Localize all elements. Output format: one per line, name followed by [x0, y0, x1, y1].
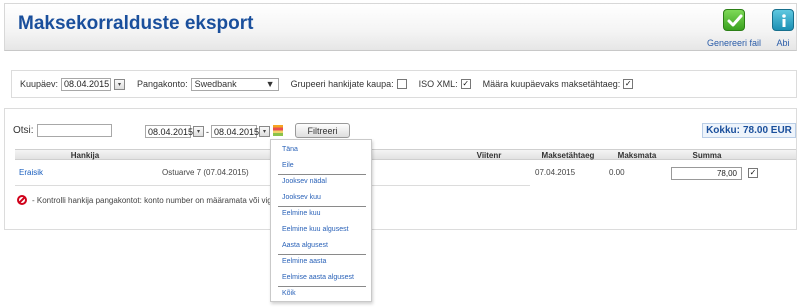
info-icon	[772, 9, 794, 31]
col-viitenr[interactable]: Viitenr	[449, 150, 529, 161]
generate-file-label: Genereeri fail	[706, 38, 762, 48]
warning-message: - Kontrolli hankija pangakontot: konto n…	[17, 195, 272, 205]
menu-separator	[278, 206, 366, 207]
group-by-supplier-label: Grupeeri hankijate kaupa:	[290, 79, 394, 89]
menu-item-yesterday[interactable]: Eile	[282, 161, 294, 171]
invoice-description: Ostuarve 7 (07.04.2015)	[162, 168, 249, 177]
chevron-down-icon: ▼	[265, 79, 275, 89]
menu-item-current-week[interactable]: Jooksev nädal	[282, 177, 327, 187]
date-input[interactable]: 08.04.2015	[61, 77, 112, 91]
search-row: Otsi:	[13, 124, 112, 137]
iso-xml-checkbox[interactable]: ✓	[460, 79, 471, 89]
menu-separator	[278, 254, 366, 255]
menu-item-all[interactable]: Kõik	[282, 289, 296, 299]
amount-input[interactable]: 78,00	[671, 167, 742, 180]
search-input[interactable]	[36, 124, 112, 137]
menu-separator	[278, 286, 366, 287]
menu-item-last-month[interactable]: Eelmine kuu	[282, 209, 321, 219]
col-maksmata[interactable]: Maksmata	[607, 150, 667, 161]
menu-item-last-year[interactable]: Eelmine aasta	[282, 257, 326, 267]
calendar-icon[interactable]: ▾	[193, 126, 204, 137]
col-summa[interactable]: Summa	[667, 150, 747, 161]
supplier-link[interactable]: Eraisik	[19, 163, 43, 183]
period-picker-icon[interactable]	[273, 125, 283, 136]
calendar-icon[interactable]: ▾	[114, 78, 126, 90]
calendar-icon[interactable]: ▾	[259, 126, 270, 137]
due-date-checkbox[interactable]: ✓	[623, 79, 634, 89]
table-row: Eraisik Ostuarve 7 (07.04.2015) 07.04.20…	[15, 163, 796, 183]
menu-item-today[interactable]: Täna	[282, 145, 298, 155]
generate-file-button[interactable]: Genereeri fail	[705, 9, 763, 48]
date-range-separator: -	[206, 126, 209, 137]
menu-separator	[278, 174, 366, 175]
date-range: 08.04.2015 ▾ - 08.04.2015 ▾	[145, 125, 270, 138]
due-date-label: Määra kuupäevaks maksetähtaeg:	[482, 79, 621, 89]
total-value: 78.00 EUR	[742, 125, 792, 136]
check-icon	[723, 9, 745, 31]
account-select[interactable]: Swedbank ▼	[190, 77, 279, 91]
account-label: Pangakonto:	[137, 79, 188, 89]
menu-item-current-month[interactable]: Jooksev kuu	[282, 193, 321, 203]
date-period-menu: Täna Eile Jooksev nädal Jooksev kuu Eelm…	[270, 139, 372, 302]
col-hankija[interactable]: Hankija	[15, 150, 155, 161]
col-maksetahtaeg[interactable]: Maksetähtaeg	[529, 150, 607, 161]
menu-item-last-year-to-date[interactable]: Eelmise aasta algusest	[282, 273, 354, 283]
help-label: Abi	[776, 38, 790, 48]
total-label: Kokku:	[706, 125, 740, 136]
total-box: Kokku: 78.00 EUR	[702, 123, 796, 138]
unpaid-amount: 0.00	[609, 168, 625, 177]
date-label: Kuupäev:	[20, 79, 59, 89]
date-from-input[interactable]: 08.04.2015	[145, 125, 193, 138]
account-select-value: Swedbank	[194, 79, 237, 89]
no-entry-icon	[17, 195, 27, 205]
warning-text: - Kontrolli hankija pangakontot: konto n…	[32, 195, 272, 205]
filter-button[interactable]: Filtreeri	[295, 123, 350, 138]
page-title: Maksekorralduste eksport	[18, 13, 254, 34]
group-by-supplier-checkbox[interactable]	[396, 79, 407, 89]
row-select-checkbox[interactable]: ✓	[748, 168, 758, 178]
table-header: Hankija Viitenr Maksetähtaeg Maksmata Su…	[15, 149, 796, 160]
menu-item-year-to-date[interactable]: Aasta algusest	[282, 241, 328, 251]
menu-item-last-month-to-date[interactable]: Eelmine kuu algusest	[282, 225, 349, 235]
iso-xml-label: ISO XML:	[418, 79, 458, 89]
date-to-input[interactable]: 08.04.2015	[211, 125, 259, 138]
filter-bar: Kuupäev: 08.04.2015 ▾ Pangakonto: Swedba…	[11, 70, 797, 98]
help-button[interactable]: Abi	[770, 9, 796, 48]
page-header: Maksekorralduste eksport Genereeri fail …	[4, 3, 797, 51]
due-date: 07.04.2015	[535, 168, 576, 177]
search-label: Otsi:	[13, 125, 34, 136]
